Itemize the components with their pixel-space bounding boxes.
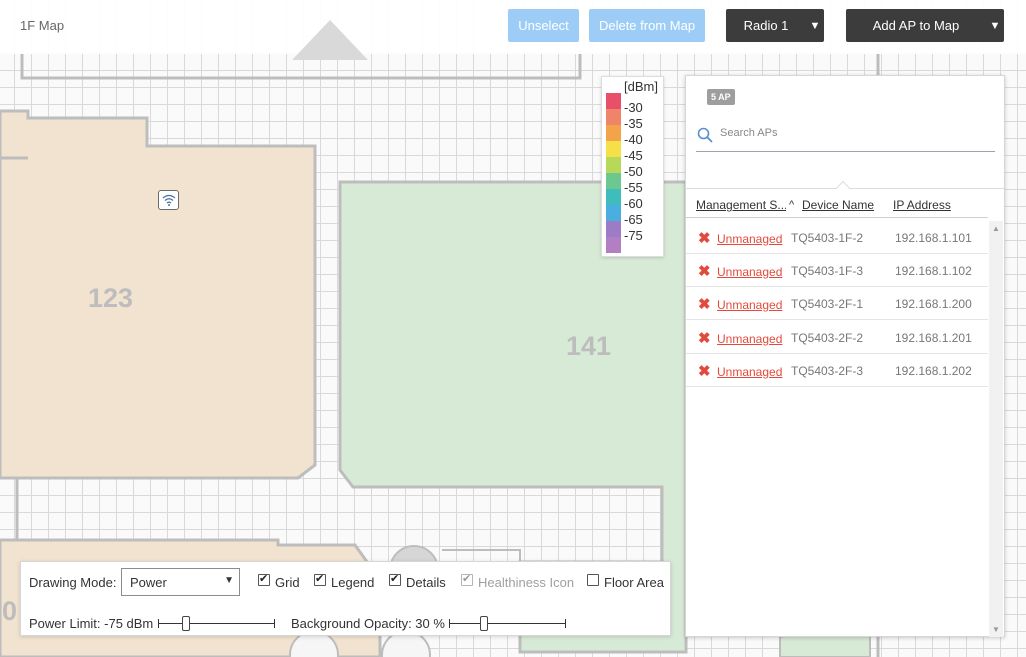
table-row[interactable]: ✖ Unmanaged TQ5403-1F-3 192.168.1.102 (686, 254, 988, 287)
legend-swatch (606, 205, 621, 221)
background-opacity-slider[interactable] (449, 616, 566, 631)
unselect-button[interactable]: Unselect (508, 9, 579, 42)
legend-swatch (606, 125, 621, 141)
floor-map-canvas[interactable]: 1F Map 123 141 0 Unselect Delete from Ma… (0, 0, 1026, 657)
table-row[interactable]: ✖ Unmanaged TQ5403-2F-2 192.168.1.201 (686, 321, 988, 354)
management-status-link[interactable]: Unmanaged (717, 332, 782, 346)
device-name-cell: TQ5403-2F-3 (791, 364, 864, 378)
table-row[interactable]: ✖ Unmanaged TQ5403-1F-2 192.168.1.101 (686, 221, 988, 254)
ap-marker[interactable] (158, 190, 179, 210)
table-row[interactable]: ✖ Unmanaged TQ5403-2F-1 192.168.1.200 (686, 287, 988, 320)
caret-down-icon: ▼ (224, 575, 234, 586)
sort-ascending-icon[interactable]: ^ (789, 199, 794, 211)
room-label-141: 141 (566, 331, 612, 361)
management-status-link[interactable]: Unmanaged (717, 265, 782, 279)
floor-area-checkbox[interactable] (587, 574, 599, 586)
management-status-link[interactable]: Unmanaged (717, 298, 782, 312)
header-divider (686, 217, 988, 218)
legend-checkbox[interactable] (314, 572, 326, 586)
radio-select-button[interactable]: Radio 1 ▼ (726, 9, 824, 42)
legend-value: -55 (624, 180, 643, 195)
column-header-management[interactable]: Management S... (696, 198, 786, 212)
room-label-partial: 0 (2, 596, 18, 626)
scroll-down-icon[interactable]: ▼ (992, 625, 1000, 634)
legend-value: -75 (624, 228, 643, 243)
slider-handle[interactable] (480, 616, 488, 631)
add-ap-label: Add AP to Map (872, 18, 960, 33)
error-x-icon: ✖ (698, 296, 711, 313)
error-x-icon: ✖ (698, 230, 711, 247)
column-header-device-name[interactable]: Device Name (802, 198, 874, 212)
delete-from-map-button[interactable]: Delete from Map (589, 9, 705, 42)
legend-unit: [dBm] (624, 79, 658, 94)
signal-legend: [dBm] -30 -35 -40 -45 -50 -55 -60 -65 -75 (601, 76, 664, 257)
legend-swatch (606, 173, 621, 189)
search-icon (697, 127, 713, 143)
legend-swatch (606, 109, 621, 125)
ip-address-cell: 192.168.1.202 (895, 364, 972, 378)
legend-swatch (606, 237, 621, 253)
ip-address-cell: 192.168.1.201 (895, 331, 972, 345)
details-checkbox[interactable] (389, 572, 401, 586)
ip-address-cell: 192.168.1.102 (895, 264, 972, 278)
ap-count-badge: 5 AP (707, 89, 735, 105)
ap-list-panel: 5 AP Management S... ^ Device Name IP Ad… (685, 75, 1005, 637)
wifi-icon (162, 194, 175, 206)
legend-swatch (606, 221, 621, 237)
legend-label: Legend (331, 575, 375, 590)
legend-value: -45 (624, 148, 643, 163)
legend-value: -65 (624, 212, 643, 227)
legend-swatch (606, 189, 621, 205)
legend-value: -60 (624, 196, 643, 211)
legend-value: -35 (624, 116, 643, 131)
power-limit-label: Power Limit: -75 dBm (29, 616, 154, 631)
legend-value: -40 (624, 132, 643, 147)
caret-down-icon: ▼ (809, 19, 821, 32)
map-title: 1F Map (20, 18, 65, 33)
details-label: Details (406, 575, 446, 590)
device-name-cell: TQ5403-2F-1 (791, 297, 864, 311)
legend-swatch (606, 93, 621, 109)
scroll-up-icon[interactable]: ▲ (992, 224, 1000, 233)
management-status-link[interactable]: Unmanaged (717, 232, 782, 246)
drawing-mode-select[interactable]: Power ▼ (121, 568, 240, 596)
grid-checkbox[interactable] (258, 572, 270, 586)
scrollbar[interactable]: ▲ ▼ (989, 221, 1003, 637)
floor-area-label: Floor Area (604, 575, 664, 590)
error-x-icon: ✖ (698, 363, 711, 380)
column-header-ip-address[interactable]: IP Address (893, 198, 951, 212)
legend-swatch (606, 141, 621, 157)
healthiness-label: Healthiness Icon (478, 575, 575, 590)
map-options-toolbar: Drawing Mode: Power ▼ Grid Legend Detail… (20, 561, 671, 636)
slider-handle[interactable] (182, 616, 190, 631)
grid-label: Grid (275, 575, 300, 590)
radio-select-label: Radio 1 (743, 18, 789, 33)
healthiness-checkbox (461, 572, 473, 586)
legend-value: -50 (624, 164, 643, 179)
device-name-cell: TQ5403-1F-3 (791, 264, 864, 278)
drawing-mode-label: Drawing Mode: (29, 575, 117, 590)
room-123-shape (0, 109, 317, 480)
ip-address-cell: 192.168.1.101 (895, 231, 972, 245)
legend-value: -30 (624, 100, 643, 115)
table-row[interactable]: ✖ Unmanaged TQ5403-2F-3 192.168.1.202 (686, 354, 988, 387)
device-name-cell: TQ5403-1F-2 (791, 231, 864, 245)
ip-address-cell: 192.168.1.200 (895, 297, 972, 311)
panel-pointer (835, 180, 851, 196)
add-ap-to-map-button[interactable]: Add AP to Map ▼ (846, 9, 1004, 42)
management-status-link[interactable]: Unmanaged (717, 365, 782, 379)
power-limit-slider[interactable] (158, 616, 275, 631)
error-x-icon: ✖ (698, 263, 711, 280)
caret-down-icon: ▼ (989, 19, 1001, 32)
legend-swatch (606, 157, 621, 173)
error-x-icon: ✖ (698, 330, 711, 347)
device-name-cell: TQ5403-2F-2 (791, 331, 864, 345)
drawing-mode-value: Power (130, 575, 167, 590)
ap-search (696, 124, 995, 152)
background-opacity-label: Background Opacity: 30 % (291, 616, 445, 631)
room-label-123: 123 (88, 283, 134, 313)
search-input[interactable] (720, 127, 990, 139)
